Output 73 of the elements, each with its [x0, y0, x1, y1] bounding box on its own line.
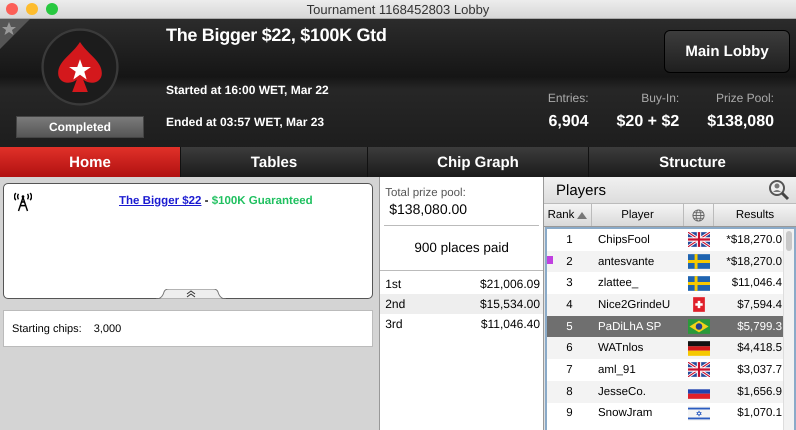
antenna-icon	[14, 192, 32, 212]
stat-label: Prize Pool:	[714, 91, 774, 107]
rank-cell: 5	[566, 320, 573, 333]
starting-chips-value: 3,000	[94, 322, 122, 334]
tab[interactable]: Structure	[589, 147, 796, 177]
amount-cell-text: $21,006.09	[480, 276, 540, 293]
starting-chips-label: Starting chips:	[12, 322, 82, 334]
rank-cell: 6	[566, 342, 573, 354]
tab[interactable]: Home	[0, 147, 180, 177]
amount-cell-text: $11,046.40	[480, 316, 540, 333]
collapse-button[interactable]	[156, 289, 226, 299]
start-time: Started at 16:00 WET, Mar 22	[166, 83, 330, 99]
tournament-title: The Bigger $22, $100K Gtd	[166, 25, 388, 47]
prize-pool-total: $138,080.00	[384, 199, 539, 226]
stat-label: Entries:	[548, 91, 589, 107]
news-headline: The Bigger $22 - $100K Guaranteed	[119, 195, 313, 207]
window-title: Tournament 1168452803 Lobby	[306, 2, 490, 16]
player-name: zlattee_	[598, 277, 638, 290]
player-name: SnowJram	[598, 407, 652, 420]
stat-label: Buy-In:	[640, 91, 680, 107]
player-name: PaDiLhA SP	[598, 320, 662, 333]
scrollbar[interactable]	[783, 229, 794, 430]
result-cell: $5,799.3	[737, 320, 782, 333]
column-header[interactable]: Player	[592, 204, 684, 226]
main-lobby-button[interactable]: Main Lobby	[664, 30, 790, 73]
column-header[interactable]: Rank	[544, 204, 592, 226]
stat-value: $20 + $2	[616, 113, 680, 131]
player-name: aml_91	[598, 364, 636, 376]
tab[interactable]: Chip Graph	[368, 147, 588, 177]
stat-value: $138,080	[707, 113, 774, 131]
end-time: Ended at 03:57 WET, Mar 23	[166, 115, 326, 131]
player-row[interactable]: 2 antesvante *$18,270.0	[547, 250, 783, 272]
rank-cell: 1	[566, 234, 573, 246]
globe-icon[interactable]	[692, 208, 705, 222]
player-name: WATnlos	[598, 342, 644, 354]
player-name: ChipsFool	[598, 234, 650, 246]
result-cell: $3,037.7	[737, 364, 782, 376]
tab[interactable]: Tables	[181, 147, 367, 177]
amount-cell-text: $15,534.00	[480, 296, 540, 313]
place-cell-text: 1st	[385, 276, 402, 293]
column-header[interactable]: Results	[714, 204, 796, 226]
news-link[interactable]: The Bigger $22	[119, 195, 202, 207]
place-cell-text: 3rd	[385, 316, 403, 333]
player-row[interactable]: 8 JesseCo. $1,656.9	[547, 380, 783, 402]
rank-cell: 9	[566, 407, 573, 420]
result-cell: $1,070.1	[737, 407, 782, 420]
result-cell: *$18,270.0	[726, 256, 782, 268]
search-icon[interactable]	[768, 179, 790, 201]
player-row[interactable]: 4 Nice2GrindeU $7,594.4	[547, 294, 783, 316]
spade-logo-icon	[41, 28, 119, 106]
favorite-star-icon[interactable]	[0, 19, 30, 49]
rank-cell: 4	[566, 298, 573, 311]
places-paid-text: 900 places paid	[380, 226, 543, 271]
stat-value: 6,904	[548, 113, 589, 131]
result-cell: $7,594.4	[737, 298, 782, 311]
result-cell: *$18,270.0	[726, 234, 782, 246]
sort-ascending-icon	[577, 212, 588, 218]
rank-cell: 2	[566, 256, 573, 268]
rank-cell: 3	[566, 277, 573, 290]
player-row[interactable]: 6 WATnlos $4,418.5	[547, 337, 783, 360]
player-name: Nice2GrindeU	[598, 298, 670, 311]
result-cell: $1,656.9	[737, 386, 782, 398]
result-cell: $11,046.4	[732, 277, 782, 290]
player-name: antesvante	[598, 256, 654, 268]
result-cell: $4,418.5	[737, 342, 782, 354]
rank-cell: 8	[566, 386, 573, 398]
player-name: JesseCo.	[598, 386, 646, 398]
player-row[interactable]: 5 PaDiLhA SP $5,799.3	[547, 316, 783, 338]
rank-cell: 7	[566, 364, 573, 376]
players-title: Players	[555, 182, 606, 198]
prize-pool-label: Total prize pool:	[384, 186, 467, 199]
status-ribbon: Completed	[16, 116, 144, 138]
place-cell-text: 2nd	[385, 296, 406, 313]
